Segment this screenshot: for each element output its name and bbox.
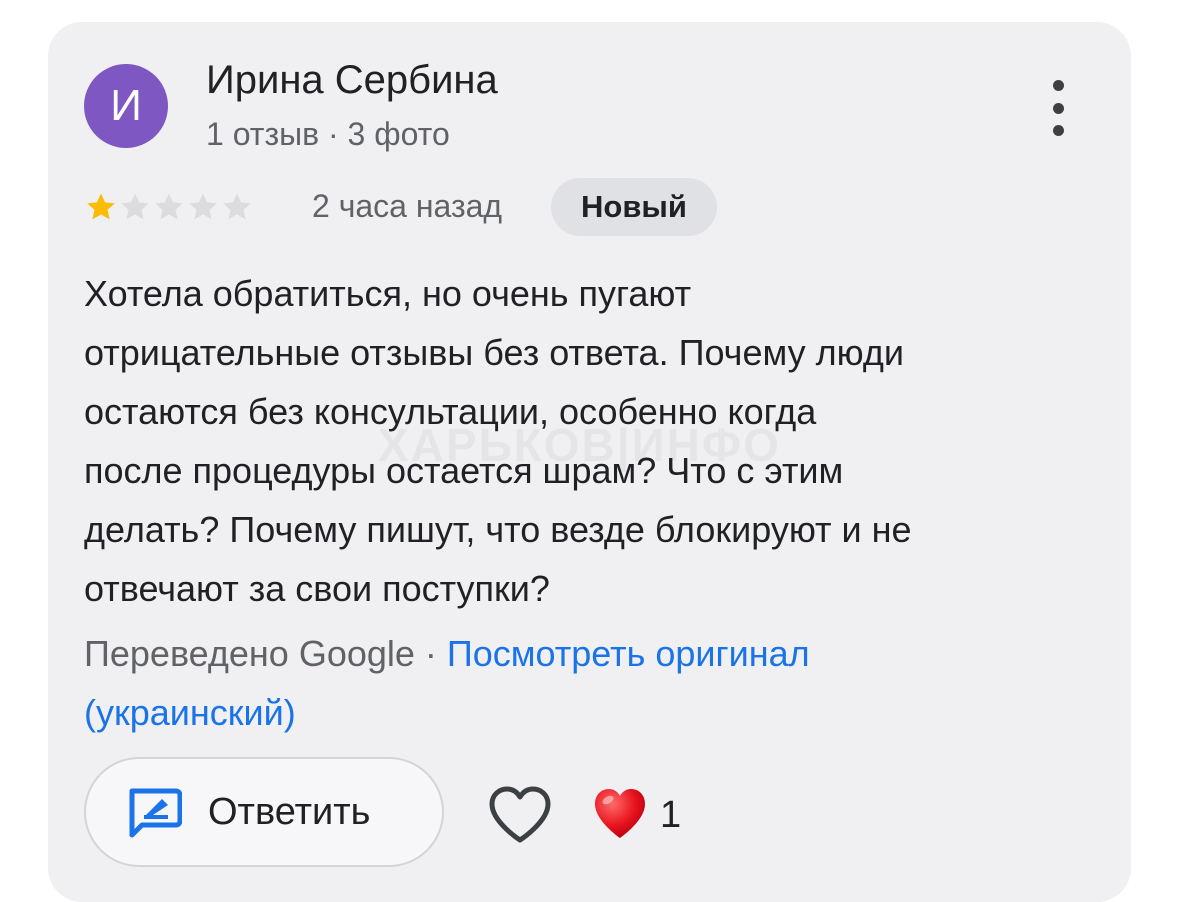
reply-edit-icon <box>129 788 182 838</box>
review-text-line: делать? Почему пишут, что везде блокирую… <box>84 509 912 550</box>
more-options-icon[interactable] <box>1040 80 1076 136</box>
heart-outline-icon[interactable] <box>488 786 552 844</box>
view-original-link-language[interactable]: (украинский) <box>84 692 296 733</box>
star-rating <box>84 190 254 224</box>
new-badge: Новый <box>551 178 717 236</box>
avatar[interactable]: И <box>84 64 168 148</box>
review-text-line: остаются без консультации, особенно когд… <box>84 391 817 432</box>
star-icon <box>155 193 183 220</box>
avatar-initial: И <box>110 81 142 130</box>
star-icon <box>121 193 149 220</box>
red-heart-icon[interactable] <box>592 786 648 842</box>
translation-note: Переведено Google · Посмотреть оригинал … <box>84 624 1094 742</box>
reply-label: Ответить <box>208 791 371 833</box>
review-text: Хотела обратиться, но очень пугают отриц… <box>84 264 1094 618</box>
reply-button[interactable]: Ответить <box>84 757 444 867</box>
author-name[interactable]: Ирина Сербина <box>206 58 498 103</box>
review-text-line: отрицательные отзывы без ответа. Почему … <box>84 332 904 373</box>
review-time: 2 часа назад <box>312 188 503 224</box>
view-original-link[interactable]: Посмотреть оригинал <box>447 633 810 674</box>
review-text-line: отвечают за свои поступки? <box>84 568 550 609</box>
author-meta: 1 отзыв · 3 фото <box>206 116 450 152</box>
star-icon <box>223 193 251 220</box>
review-text-line: после процедуры остается шрам? Что с эти… <box>84 450 844 491</box>
star-icon <box>189 193 217 220</box>
reaction-count: 1 <box>660 794 682 836</box>
star-icon <box>87 193 115 220</box>
review-text-line: Хотела обратиться, но очень пугают <box>84 273 692 314</box>
translated-by-label: Переведено Google · <box>84 633 447 674</box>
